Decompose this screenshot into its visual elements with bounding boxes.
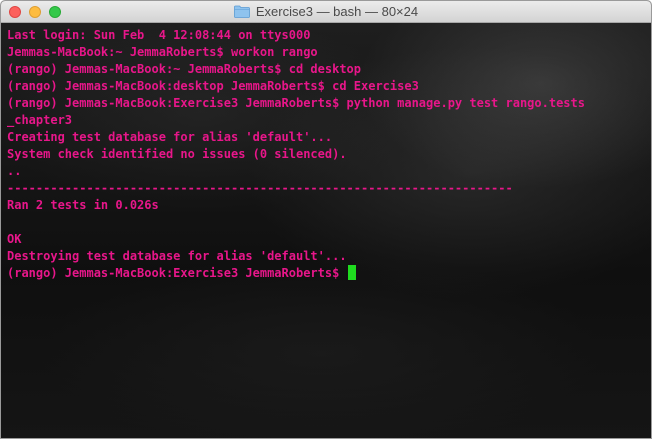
terminal-line: (rango) Jemmas-MacBook:desktop JemmaRobe… bbox=[7, 79, 419, 93]
terminal-line: (rango) Jemmas-MacBook:~ JemmaRoberts$ c… bbox=[7, 62, 362, 76]
prompt-text: (rango) Jemmas-MacBook:Exercise3 JemmaRo… bbox=[7, 266, 347, 280]
prompt-line[interactable]: (rango) Jemmas-MacBook:Exercise3 JemmaRo… bbox=[7, 265, 585, 282]
text-cursor bbox=[347, 265, 356, 280]
terminal-line: Last login: Sun Feb 4 12:08:44 on ttys00… bbox=[7, 28, 311, 42]
terminal-line: Jemmas-MacBook:~ JemmaRoberts$ workon ra… bbox=[7, 45, 318, 59]
terminal-line: OK bbox=[7, 232, 22, 246]
window-title-group: Exercise3 — bash — 80×24 bbox=[1, 1, 651, 22]
terminal-line: Creating test database for alias 'defaul… bbox=[7, 130, 333, 144]
terminal-line: ----------------------------------------… bbox=[7, 181, 513, 195]
title-bar[interactable]: Exercise3 — bash — 80×24 bbox=[1, 1, 651, 23]
terminal-line: .. bbox=[7, 164, 22, 178]
terminal-view[interactable]: Last login: Sun Feb 4 12:08:44 on ttys00… bbox=[1, 23, 651, 438]
terminal-line: Destroying test database for alias 'defa… bbox=[7, 249, 347, 263]
window-title: Exercise3 — bash — 80×24 bbox=[255, 4, 419, 19]
terminal-line: System check identified no issues (0 sil… bbox=[7, 147, 347, 161]
folder-icon bbox=[233, 5, 250, 18]
terminal-line: _chapter3 bbox=[7, 113, 73, 127]
terminal-output: Last login: Sun Feb 4 12:08:44 on ttys00… bbox=[7, 27, 585, 282]
terminal-line: (rango) Jemmas-MacBook:Exercise3 JemmaRo… bbox=[7, 96, 585, 110]
terminal-line: Ran 2 tests in 0.026s bbox=[7, 198, 159, 212]
terminal-window: Exercise3 — bash — 80×24 Last login: Sun… bbox=[0, 0, 652, 439]
